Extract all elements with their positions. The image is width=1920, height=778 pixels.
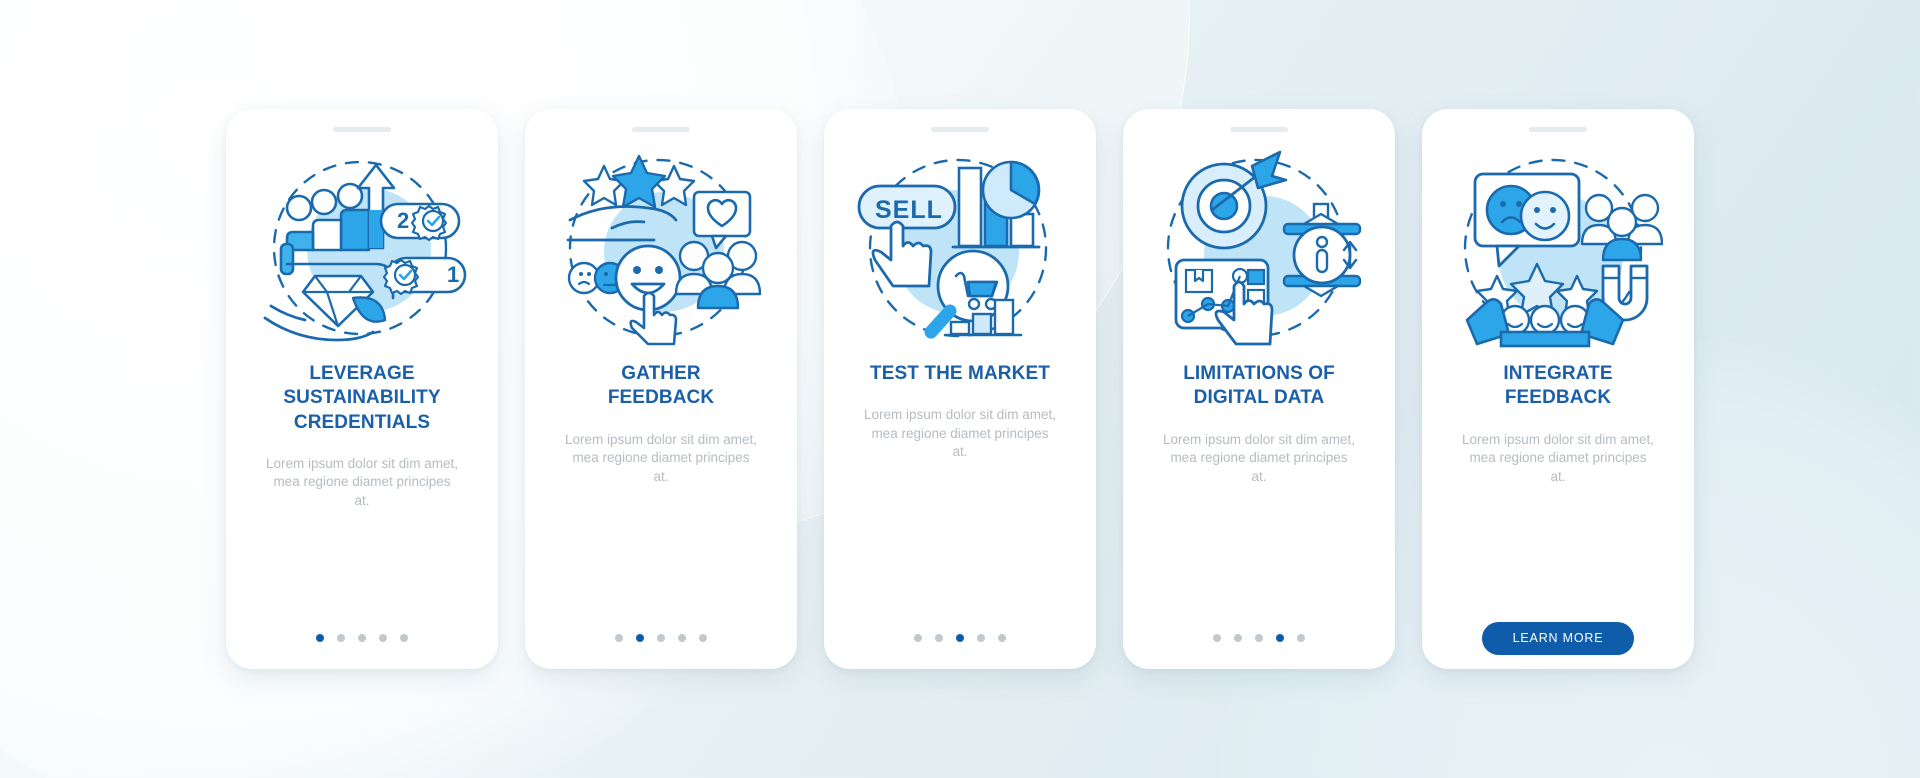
pagination-dots[interactable]: [914, 629, 1006, 647]
sell-button-label: SELL: [875, 196, 943, 224]
onboarding-screen-4: LIMITATIONS OF DIGITAL DATA Lorem ipsum …: [1123, 109, 1395, 669]
pagination-dots[interactable]: [615, 629, 707, 647]
screen-footer: LEARN MORE: [1422, 607, 1694, 669]
gather-feedback-illustration: [556, 148, 766, 348]
onboarding-screen-5: INTEGRATE FEEDBACK Lorem ipsum dolor sit…: [1422, 109, 1694, 669]
pagination-dot-3[interactable]: [956, 634, 964, 642]
screen-footer: [525, 607, 797, 669]
pagination-dot-5[interactable]: [699, 634, 707, 642]
pagination-dot-5[interactable]: [1297, 634, 1305, 642]
screen-body-text: Lorem ipsum dolor sit dim amet, mea regi…: [863, 407, 1057, 460]
pagination-dot-4[interactable]: [678, 634, 686, 642]
pagination-dot-1[interactable]: [914, 634, 922, 642]
screen-title: INTEGRATE FEEDBACK: [1503, 363, 1613, 409]
pagination-dot-1[interactable]: [615, 634, 623, 642]
pagination-dot-2[interactable]: [337, 634, 345, 642]
phone-speaker-notch: [632, 127, 690, 132]
screen-body-text: Lorem ipsum dolor sit dim amet, mea regi…: [1162, 431, 1356, 484]
screen-title: LIMITATIONS OF DIGITAL DATA: [1183, 363, 1335, 409]
onboarding-screen-3: SELL TEST THE MARKET Lorem ipsum dolor s…: [824, 109, 1096, 669]
phone-speaker-notch: [1230, 127, 1288, 132]
integrate-feedback-illustration: [1453, 148, 1663, 348]
phone-speaker-notch: [931, 127, 989, 132]
pagination-dot-2[interactable]: [1234, 634, 1242, 642]
pagination-dots[interactable]: [316, 629, 408, 647]
sustainability-credentials-illustration: 2 1: [257, 148, 467, 348]
badge-one-label: 1: [447, 262, 459, 287]
test-the-market-illustration: SELL: [855, 148, 1065, 348]
screen-footer: [824, 607, 1096, 669]
pagination-dot-4[interactable]: [977, 634, 985, 642]
pagination-dot-3[interactable]: [657, 634, 665, 642]
badge-two-label: 2: [397, 208, 409, 233]
pagination-dot-3[interactable]: [1255, 634, 1263, 642]
pagination-dot-5[interactable]: [998, 634, 1006, 642]
pagination-dots[interactable]: [1213, 629, 1305, 647]
pagination-dot-1[interactable]: [316, 634, 324, 642]
pagination-dot-3[interactable]: [358, 634, 366, 642]
screen-body-text: Lorem ipsum dolor sit dim amet, mea regi…: [564, 431, 758, 484]
pagination-dot-4[interactable]: [1276, 634, 1284, 642]
phone-speaker-notch: [1529, 127, 1587, 132]
screen-footer: [226, 607, 498, 669]
phone-speaker-notch: [333, 127, 391, 132]
onboarding-screens-row: 2 1 LEVERAGE SUSTAINABILITY CREDENTIALS …: [0, 0, 1920, 778]
screen-body-text: Lorem ipsum dolor sit dim amet, mea regi…: [1461, 431, 1655, 484]
pagination-dot-5[interactable]: [400, 634, 408, 642]
pagination-dot-2[interactable]: [935, 634, 943, 642]
learn-more-button[interactable]: LEARN MORE: [1482, 621, 1634, 655]
screen-title: GATHER FEEDBACK: [607, 363, 715, 409]
onboarding-screen-1: 2 1 LEVERAGE SUSTAINABILITY CREDENTIALS …: [226, 109, 498, 669]
screen-title: TEST THE MARKET: [870, 363, 1050, 384]
screen-footer: [1123, 607, 1395, 669]
screen-body-text: Lorem ipsum dolor sit dim amet, mea regi…: [265, 455, 459, 508]
pagination-dot-2[interactable]: [636, 634, 644, 642]
onboarding-screen-2: GATHER FEEDBACK Lorem ipsum dolor sit di…: [525, 109, 797, 669]
screen-title: LEVERAGE SUSTAINABILITY CREDENTIALS: [283, 363, 441, 433]
pagination-dot-4[interactable]: [379, 634, 387, 642]
pagination-dot-1[interactable]: [1213, 634, 1221, 642]
limitations-digital-data-illustration: [1154, 148, 1364, 348]
